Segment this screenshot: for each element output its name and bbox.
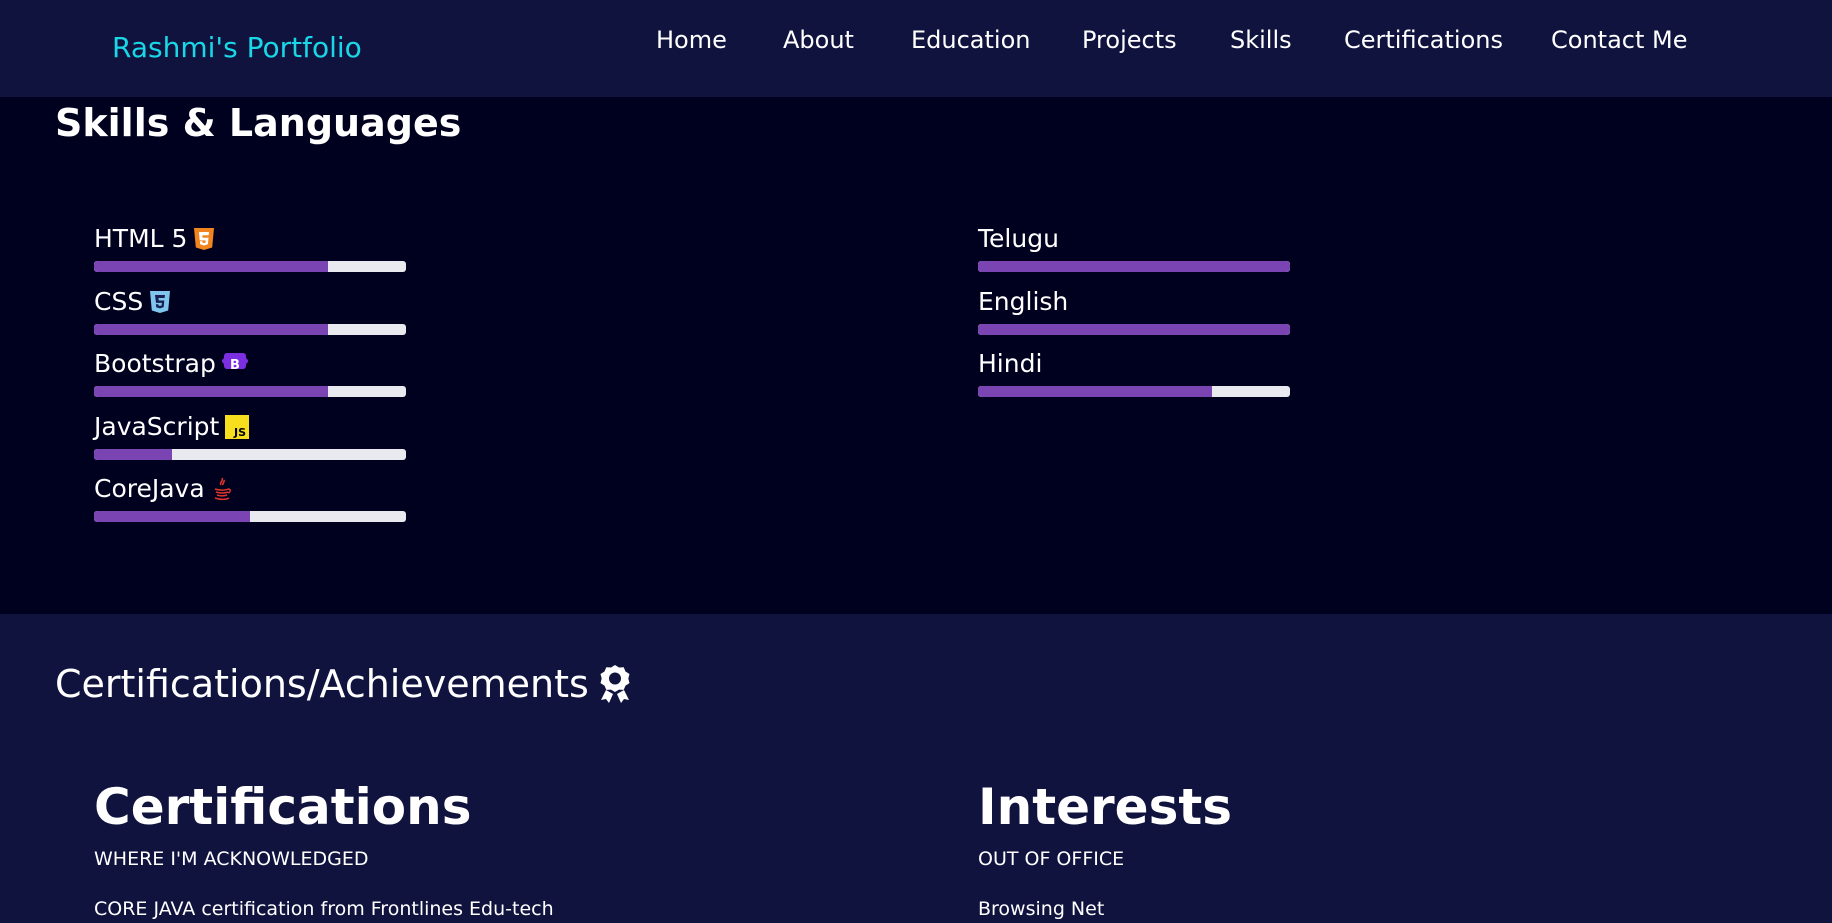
nav-certifications[interactable]: Certifications [1344,22,1503,58]
language-progress-bar [978,261,1290,272]
skill-label: JavaScript [94,412,220,441]
skill-label: Bootstrap [94,349,216,378]
bootstrap-icon: B [221,352,248,376]
javascript-icon: JS [225,415,250,439]
language-label: Hindi [978,349,1043,378]
interest-item: Browsing Net [978,898,1105,920]
language-progress-fill [978,261,1290,272]
skill-progress-fill [94,449,172,460]
skill-progress-fill [94,511,250,522]
certifications-section: Certifications/Achievements Certificatio… [0,614,1832,923]
css3-icon [149,290,171,314]
skill-item: Bootstrap B [94,347,414,409]
skill-item: HTML 5 [94,222,414,284]
skills-section: Skills & Languages HTML 5 CSS Bootstrap … [0,97,1832,614]
skill-item: CoreJava [94,472,414,534]
navbar: Rashmi's Portfolio Home About Education … [0,0,1832,97]
language-item: Telugu [978,222,1298,284]
skill-label: CSS [94,287,144,316]
skill-progress-bar [94,261,406,272]
language-label: English [978,287,1069,316]
language-label-row: Hindi [978,347,1042,381]
award-icon [597,663,633,705]
certifications-section-header: Certifications/Achievements [55,658,633,710]
skill-label-row: CSS [94,285,171,319]
interests-subheading: OUT OF OFFICE [978,848,1125,870]
language-progress-bar [978,324,1290,335]
language-item: English [978,285,1298,347]
skills-section-title: Skills & Languages [55,101,462,145]
svg-text:JS: JS [233,426,246,439]
skill-progress-bar [94,511,406,522]
language-label: Telugu [978,224,1059,253]
skill-item: CSS [94,285,414,347]
skill-label-row: HTML 5 [94,222,215,256]
certification-item: CORE JAVA certification from Frontlines … [94,898,554,920]
nav-projects[interactable]: Projects [1082,22,1177,58]
language-item: Hindi [978,347,1298,409]
language-progress-fill [978,386,1212,397]
interests-heading: Interests [978,778,1233,836]
certifications-subheading: WHERE I'M ACKNOWLEDGED [94,848,369,870]
skill-label-row: Bootstrap B [94,347,248,381]
certifications-section-title: Certifications/Achievements [55,662,589,706]
skill-label-row: JavaScript JS [94,410,250,444]
nav-skills[interactable]: Skills [1230,22,1292,58]
skill-progress-fill [94,324,328,335]
language-progress-bar [978,386,1290,397]
skill-progress-bar [94,324,406,335]
language-progress-fill [978,324,1290,335]
html5-icon [193,227,215,251]
skill-label-row: CoreJava [94,472,233,506]
certifications-heading: Certifications [94,778,472,836]
skill-progress-bar [94,449,406,460]
nav-education[interactable]: Education [911,22,1030,58]
language-label-row: English [978,285,1068,319]
skill-item: JavaScript JS [94,410,414,472]
skill-label: CoreJava [94,474,205,503]
skill-progress-fill [94,386,328,397]
nav-about[interactable]: About [783,22,854,58]
language-label-row: Telugu [978,222,1059,256]
brand-link[interactable]: Rashmi's Portfolio [112,28,362,68]
nav-contact-me[interactable]: Contact Me [1551,22,1687,58]
skill-progress-bar [94,386,406,397]
skill-label: HTML 5 [94,224,188,253]
svg-text:B: B [230,358,240,373]
skill-progress-fill [94,261,328,272]
nav-home[interactable]: Home [656,22,727,58]
java-icon [211,476,233,502]
